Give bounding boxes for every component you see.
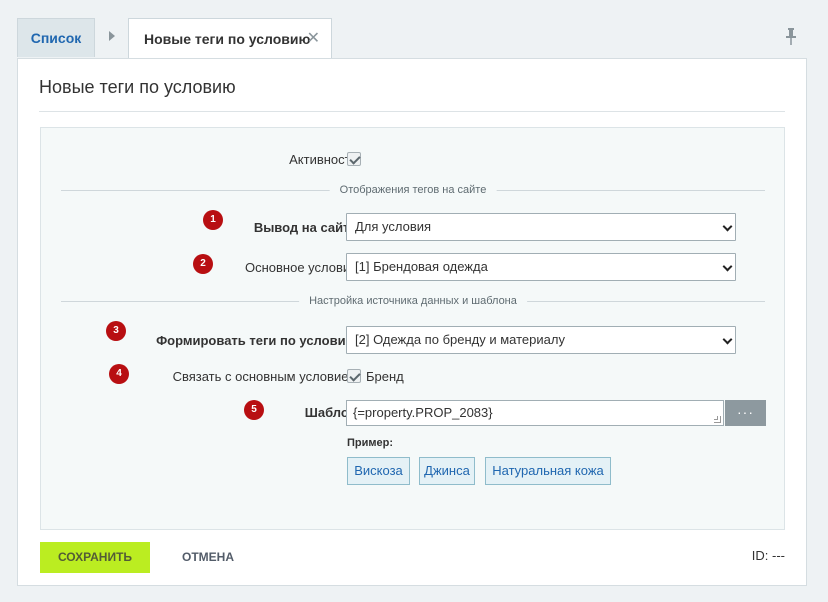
output-select-value: Для условия <box>355 219 432 234</box>
section-divider-display: Отображения тегов на сайте <box>61 184 765 196</box>
generate-select[interactable]: [2] Одежда по бренду и материалу <box>346 326 736 354</box>
template-input-value: {=property.PROP_2083} <box>353 405 493 420</box>
link-checkbox-label: Бренд <box>366 369 404 384</box>
link-label: Связать с основным условием: <box>172 369 361 384</box>
cancel-button[interactable]: ОТМЕНА <box>182 542 234 573</box>
generate-label: Формировать теги по условию: <box>156 333 361 348</box>
step-badge-5: 5 <box>244 400 264 420</box>
main-condition-select[interactable]: [1] Брендовая одежда <box>346 253 736 281</box>
step-badge-1: 1 <box>203 210 223 230</box>
output-select[interactable]: Для условия <box>346 213 736 241</box>
main-condition-label: Основное условие: <box>244 260 361 275</box>
tab-new-tags[interactable]: Новые теги по условию ✕ <box>128 18 332 59</box>
title-divider <box>39 111 785 112</box>
example-chip-viscose[interactable]: Вискоза <box>347 457 410 485</box>
example-label: Пример: <box>347 437 394 449</box>
template-options-button[interactable]: ··· <box>725 400 766 426</box>
section-title-source: Настройка источника данных и шаблона <box>299 295 527 307</box>
save-button[interactable]: СОХРАНИТЬ <box>40 542 150 573</box>
section-divider-source: Настройка источника данных и шаблона <box>61 295 765 307</box>
output-label: Вывод на сайте: <box>253 220 361 235</box>
template-input[interactable]: {=property.PROP_2083} <box>346 400 724 426</box>
close-icon[interactable]: ✕ <box>307 19 320 59</box>
section-title-display: Отображения тегов на сайте <box>329 184 497 196</box>
example-chip-leather[interactable]: Натуральная кожа <box>485 457 611 485</box>
example-chip-denim[interactable]: Джинса <box>419 457 475 485</box>
step-badge-2: 2 <box>193 254 213 274</box>
triangle-right-icon <box>109 31 115 41</box>
pin-icon[interactable] <box>785 28 797 45</box>
main-panel: Новые теги по условию Активность: Отобра… <box>17 58 807 586</box>
main-condition-select-value: [1] Брендовая одежда <box>355 259 488 274</box>
chevron-down-icon <box>722 261 733 272</box>
page-title: Новые теги по условию <box>39 77 236 97</box>
active-checkbox[interactable] <box>347 152 361 166</box>
generate-select-value: [2] Одежда по бренду и материалу <box>355 332 565 347</box>
tab-new-tags-label: Новые теги по условию <box>144 31 311 47</box>
resize-grip-icon[interactable] <box>714 416 721 423</box>
id-label: ID: --- <box>751 548 785 563</box>
chevron-down-icon <box>722 221 733 232</box>
step-badge-3: 3 <box>106 321 126 341</box>
chevron-down-icon <box>722 334 733 345</box>
link-checkbox[interactable] <box>347 369 361 383</box>
step-badge-4: 4 <box>109 364 129 384</box>
tab-list[interactable]: Список <box>17 18 95 57</box>
form-box: Активность: Отображения тегов на сайте 1… <box>40 127 785 530</box>
